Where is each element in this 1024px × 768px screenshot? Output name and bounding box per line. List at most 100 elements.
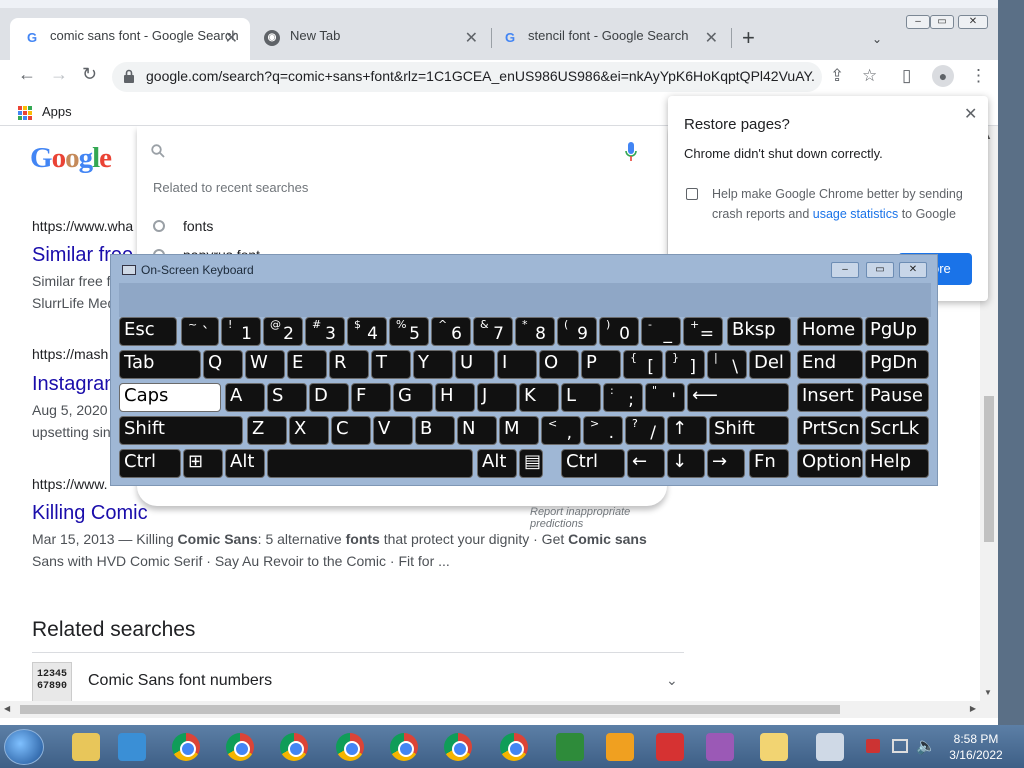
key-e[interactable]: E <box>287 350 327 379</box>
key-g[interactable]: G <box>393 383 433 412</box>
maximize-button[interactable]: ▭ <box>930 15 954 29</box>
windows-explorer-taskbar-icon[interactable] <box>66 729 106 765</box>
key-esc[interactable]: Esc <box>119 317 177 346</box>
key-h[interactable]: H <box>435 383 475 412</box>
key-fn[interactable]: Fn <box>749 449 789 478</box>
key-a[interactable]: A <box>225 383 265 412</box>
key-symbol[interactable]: ^ 6 <box>431 317 471 346</box>
key-alt[interactable]: Alt <box>477 449 517 478</box>
key-symbol[interactable]: >. <box>583 416 623 445</box>
reload-icon[interactable]: ↻ <box>82 64 97 85</box>
crash-report-checkbox[interactable] <box>686 188 698 200</box>
tab-comic-sans[interactable]: G comic sans font - Google Search ✕ <box>10 18 250 60</box>
key-pause[interactable]: Pause <box>865 383 929 412</box>
key-r[interactable]: R <box>329 350 369 379</box>
related-search-item[interactable]: Comic Sans font numbers <box>88 672 272 690</box>
osk-close-button[interactable]: ✕ <box>899 262 927 278</box>
chrome-taskbar-icon[interactable] <box>166 729 206 765</box>
slides-taskbar-icon[interactable] <box>600 729 640 765</box>
chrome-taskbar-icon[interactable] <box>274 729 314 765</box>
bookmark-star-icon[interactable]: ☆ <box>862 66 877 86</box>
typing-taskbar-icon[interactable] <box>650 729 690 765</box>
key-ctrl[interactable]: Ctrl <box>561 449 625 478</box>
key-n[interactable]: N <box>457 416 497 445</box>
key-symbol[interactable]: ) 0 <box>599 317 639 346</box>
key-symbol[interactable]: ▤ <box>519 449 543 478</box>
chrome-taskbar-icon[interactable] <box>384 729 424 765</box>
key-symbol[interactable]: (9 <box>557 317 597 346</box>
usage-statistics-link[interactable]: usage statistics <box>813 207 898 221</box>
key-symbol[interactable]: + = <box>683 317 723 346</box>
key-help[interactable]: Help <box>865 449 929 478</box>
new-tab-button[interactable]: + <box>742 27 755 49</box>
chrome-taskbar-icon[interactable] <box>494 729 534 765</box>
key-z[interactable]: Z <box>247 416 287 445</box>
volume-icon[interactable]: 🔈 <box>916 736 936 756</box>
key-prtscn[interactable]: PrtScn <box>797 416 863 445</box>
key-symbol[interactable]: ⊞ <box>183 449 223 478</box>
key-shift[interactable]: Shift <box>119 416 243 445</box>
key-symbol[interactable]: ? / <box>625 416 665 445</box>
key-t[interactable]: T <box>371 350 411 379</box>
menu-kebab-icon[interactable]: ⋮ <box>970 66 987 86</box>
key-pgup[interactable]: PgUp <box>865 317 929 346</box>
close-tab-icon[interactable]: ✕ <box>705 28 718 48</box>
close-tab-icon[interactable]: ✕ <box>465 28 478 48</box>
tab-new-tab[interactable]: ◉ New Tab ✕ <box>250 18 490 60</box>
key-insert[interactable]: Insert <box>797 383 863 412</box>
key-symbol[interactable]: :; <box>603 383 643 412</box>
minimize-button[interactable]: – <box>906 15 930 29</box>
key-caps[interactable]: Caps <box>119 383 221 412</box>
key-j[interactable]: J <box>477 383 517 412</box>
key-symbol[interactable]: }] <box>665 350 705 379</box>
key-symbol[interactable]: ← <box>627 449 665 478</box>
key-symbol[interactable]: ! 1 <box>221 317 261 346</box>
publisher-taskbar-icon[interactable] <box>550 729 590 765</box>
key-symbol[interactable]: $4 <box>347 317 387 346</box>
key-symbol[interactable]: " ' <box>645 383 685 412</box>
key-s[interactable]: S <box>267 383 307 412</box>
key-pgdn[interactable]: PgDn <box>865 350 929 379</box>
key-symbol[interactable]: | \ <box>707 350 747 379</box>
key-tab[interactable]: Tab <box>119 350 201 379</box>
report-predictions-link[interactable]: Report inappropriate predictions <box>530 506 667 530</box>
key-symbol[interactable]: & 7 <box>473 317 513 346</box>
osk-minimize-button[interactable]: – <box>831 262 859 278</box>
key-symbol[interactable]: * 8 <box>515 317 555 346</box>
action-center-icon[interactable] <box>866 739 880 753</box>
key-symbol[interactable]: ↓ <box>667 449 705 478</box>
result-title-link[interactable]: Instagram <box>32 373 121 396</box>
key-del[interactable]: Del <box>749 350 791 379</box>
key-q[interactable]: Q <box>203 350 243 379</box>
key-o[interactable]: O <box>539 350 579 379</box>
scrollbar-thumb[interactable] <box>984 396 994 542</box>
tab-stencil-font[interactable]: G stencil font - Google Search ✕ <box>488 18 730 60</box>
key-symbol[interactable]: #3 <box>305 317 345 346</box>
close-tab-icon[interactable]: ✕ <box>225 28 238 48</box>
key-options[interactable]: Options <box>797 449 863 478</box>
key-b[interactable]: B <box>415 416 455 445</box>
key-symbol[interactable]: {[ <box>623 350 663 379</box>
key-space[interactable] <box>267 449 473 478</box>
key-end[interactable]: End <box>797 350 863 379</box>
scrollbar-thumb[interactable] <box>20 705 840 714</box>
media-center-taskbar-icon[interactable] <box>112 729 152 765</box>
forward-icon[interactable]: → <box>50 64 68 85</box>
key-d[interactable]: D <box>309 383 349 412</box>
key-symbol[interactable]: @2 <box>263 317 303 346</box>
key-symbol[interactable]: → <box>707 449 745 478</box>
profile-avatar-icon[interactable]: ● <box>932 65 954 87</box>
key-c[interactable]: C <box>331 416 371 445</box>
key-p[interactable]: P <box>581 350 621 379</box>
chrome-taskbar-icon[interactable] <box>438 729 478 765</box>
key-symbol[interactable]: <, <box>541 416 581 445</box>
google-logo[interactable]: Google <box>30 142 112 175</box>
suggestion-item[interactable]: fonts <box>153 218 213 234</box>
color-wheel-taskbar-icon[interactable] <box>700 729 740 765</box>
key-f[interactable]: F <box>351 383 391 412</box>
chrome-taskbar-icon[interactable] <box>220 729 260 765</box>
start-button[interactable] <box>4 729 44 765</box>
key-v[interactable]: V <box>373 416 413 445</box>
horizontal-scrollbar[interactable]: ◀ ▶ <box>0 701 998 718</box>
share-icon[interactable]: ⇪ <box>830 66 844 86</box>
